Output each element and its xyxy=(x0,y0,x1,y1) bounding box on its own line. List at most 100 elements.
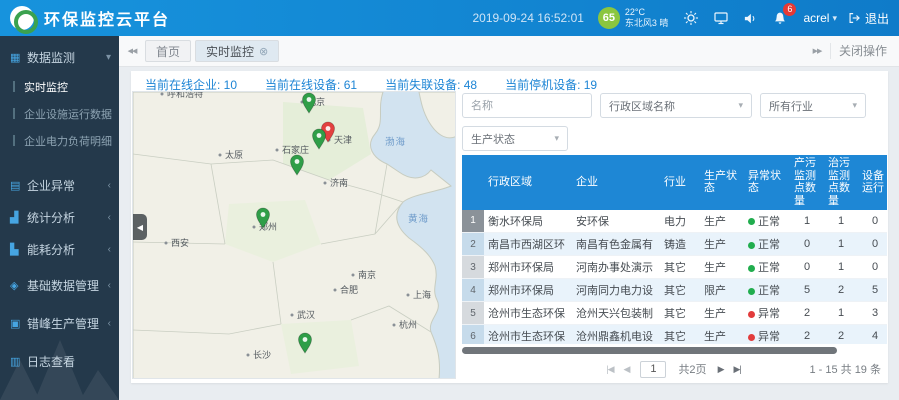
bar-chart-icon: ▟ xyxy=(10,211,27,224)
industry-filter-select[interactable]: 所有行业▾ xyxy=(760,93,866,118)
city-dot xyxy=(161,93,164,96)
city-label-呼和浩特: 呼和浩特 xyxy=(167,92,203,99)
speaker-icon[interactable] xyxy=(743,11,758,26)
city-dot xyxy=(324,182,327,185)
cell-abnormal-status: 正常 xyxy=(744,256,790,279)
stat-item: 当前在线设备: 61 xyxy=(265,78,357,92)
chevron-down-icon: ▾ xyxy=(738,100,743,111)
city-label-杭州: 杭州 xyxy=(399,319,417,330)
sidebar-item-企业设施运行数据[interactable]: 企业设施运行数据 xyxy=(0,100,119,127)
cell-count: 2 xyxy=(824,325,858,344)
cell-count: 2 xyxy=(790,302,824,325)
column-header: 行业 xyxy=(660,155,700,210)
cell-count: 1 xyxy=(824,256,858,279)
sea-label-黄海: 黄海 xyxy=(408,213,429,225)
city-dot xyxy=(253,226,256,229)
cell-company: 沧州天兴包装制 xyxy=(572,302,660,325)
user-menu[interactable]: acrel▾ xyxy=(803,11,837,25)
tab-scroll-right-icon[interactable]: ▶▶ xyxy=(804,47,830,55)
last-page-button[interactable]: ▶| xyxy=(733,364,740,375)
status-dot-icon xyxy=(748,218,755,225)
table-row[interactable]: 6沧州市生态环保沧州鼎鑫机电设其它生产异常224 xyxy=(462,325,887,344)
cell-count: 1 xyxy=(824,302,858,325)
status-dot-icon xyxy=(748,334,755,341)
doc-icon: ▤ xyxy=(10,179,27,192)
close-operations-button[interactable]: 关闭操作 xyxy=(830,43,899,59)
table-row[interactable]: 1衡水环保局安环保电力生产正常110 xyxy=(462,210,887,233)
cell-count: 1 xyxy=(824,233,858,256)
aqi-badge: 65 xyxy=(598,7,620,29)
tab-strip: 首页实时监控 ⊗ xyxy=(145,40,283,62)
row-number: 1 xyxy=(462,210,484,233)
page-number-input[interactable] xyxy=(640,361,666,378)
chevron-left-icon: ‹ xyxy=(108,244,111,255)
sidebar-item-统计分析[interactable]: ▟统计分析‹ xyxy=(0,201,119,233)
table-row[interactable]: 2南昌市西湖区环南昌有色金属有铸造生产正常010 xyxy=(462,233,887,256)
city-label-石家庄: 石家庄 xyxy=(282,144,309,155)
tab-首页[interactable]: 首页 xyxy=(145,40,191,62)
name-filter-input[interactable] xyxy=(462,93,592,118)
cell-company: 南昌有色金属有 xyxy=(572,233,660,256)
sidebar-item-企业电力负荷明细[interactable]: 企业电力负荷明细 xyxy=(0,127,119,154)
chevron-left-icon: ‹ xyxy=(108,280,111,291)
content-card: 当前在线企业: 10当前在线设备: 61当前失联设备: 48当前停机设备: 19… xyxy=(131,71,888,383)
cell-abnormal-status: 异常 xyxy=(744,325,790,344)
map-province-tint xyxy=(281,320,359,374)
production-filter-select[interactable]: 生产状态▾ xyxy=(462,126,568,151)
first-page-button[interactable]: |◀ xyxy=(606,364,613,375)
bell-icon[interactable]: 6 xyxy=(772,10,788,26)
sidebar-group: ▙能耗分析‹ xyxy=(0,233,119,265)
row-number: 5 xyxy=(462,302,484,325)
chevron-down-icon: ▾ xyxy=(832,13,837,24)
cell-company: 安环保 xyxy=(572,210,660,233)
app-title: 环保监控云平台 xyxy=(44,6,170,30)
chevron-down-icon: ▾ xyxy=(554,133,559,144)
cell-count: 1 xyxy=(790,210,824,233)
map-svg: 呼和浩特北京天津石家庄太原济南郑州西安南京合肥上海武汉杭州长沙渤海黄海 xyxy=(133,92,456,379)
next-page-button[interactable]: ▶ xyxy=(718,364,724,375)
cell-company: 河南同力电力设 xyxy=(572,279,660,302)
sidebar-item-实时监控[interactable]: 实时监控 xyxy=(0,73,119,100)
city-label-合肥: 合肥 xyxy=(340,284,358,295)
table-row[interactable]: 3郑州市环保局河南办事处演示其它生产正常010 xyxy=(462,256,887,279)
city-label-天津: 天津 xyxy=(334,135,352,145)
city-dot xyxy=(393,324,396,327)
cell-region: 郑州市环保局 xyxy=(484,256,572,279)
tab-label: 实时监控 xyxy=(206,43,254,60)
tree-tick xyxy=(13,108,15,119)
top-header: 环保监控云平台 2019-09-24 16:52:01 65 22°C东北风3 … xyxy=(0,0,899,36)
cell-count: 5 xyxy=(790,279,824,302)
cell-count: 4 xyxy=(858,325,887,344)
cell-production-status: 生产 xyxy=(700,325,744,344)
sidebar-group: ▤企业异常‹ xyxy=(0,169,119,201)
tree-tick xyxy=(13,81,15,92)
sidebar-item-企业异常[interactable]: ▤企业异常‹ xyxy=(0,169,119,201)
cell-count: 2 xyxy=(790,325,824,344)
tab-实时监控[interactable]: 实时监控 ⊗ xyxy=(195,40,279,62)
logout-button[interactable]: 退出 xyxy=(847,10,889,27)
diamond-icon: ◈ xyxy=(10,279,27,292)
sidebar-item-能耗分析[interactable]: ▙能耗分析‹ xyxy=(0,233,119,265)
sidebar-item-数据监测[interactable]: ▦数据监测▾ xyxy=(0,41,119,73)
column-header: 异常状态 xyxy=(744,155,790,210)
cell-count: 5 xyxy=(858,279,887,302)
table-row[interactable]: 5沧州市生态环保沧州天兴包装制其它生产异常213 xyxy=(462,302,887,325)
region-filter-select[interactable]: 行政区域名称▾ xyxy=(600,93,752,118)
row-number: 4 xyxy=(462,279,484,302)
sidebar-subitem-label: 企业电力负荷明细 xyxy=(24,133,112,149)
tab-scroll-left-icon[interactable]: ◀◀ xyxy=(119,47,145,55)
tab-bar: ◀◀ 首页实时监控 ⊗ ▶▶ 关闭操作 xyxy=(119,36,899,67)
prev-page-button[interactable]: ◀ xyxy=(624,364,630,375)
table-row[interactable]: 4郑州市环保局河南同力电力设其它限产正常525 xyxy=(462,279,887,302)
cell-count: 0 xyxy=(858,233,887,256)
horizontal-scrollbar[interactable] xyxy=(462,347,837,354)
close-icon[interactable]: ⊗ xyxy=(259,45,268,58)
map-collapse-button[interactable]: ◀ xyxy=(133,214,147,240)
sidebar-item-基础数据管理[interactable]: ◈基础数据管理‹ xyxy=(0,269,119,301)
row-number: 3 xyxy=(462,256,484,279)
city-label-太原: 太原 xyxy=(225,149,243,160)
monitor-icon[interactable] xyxy=(713,10,729,26)
city-dot xyxy=(247,354,250,357)
status-dot-icon xyxy=(748,242,755,249)
city-dot xyxy=(352,274,355,277)
